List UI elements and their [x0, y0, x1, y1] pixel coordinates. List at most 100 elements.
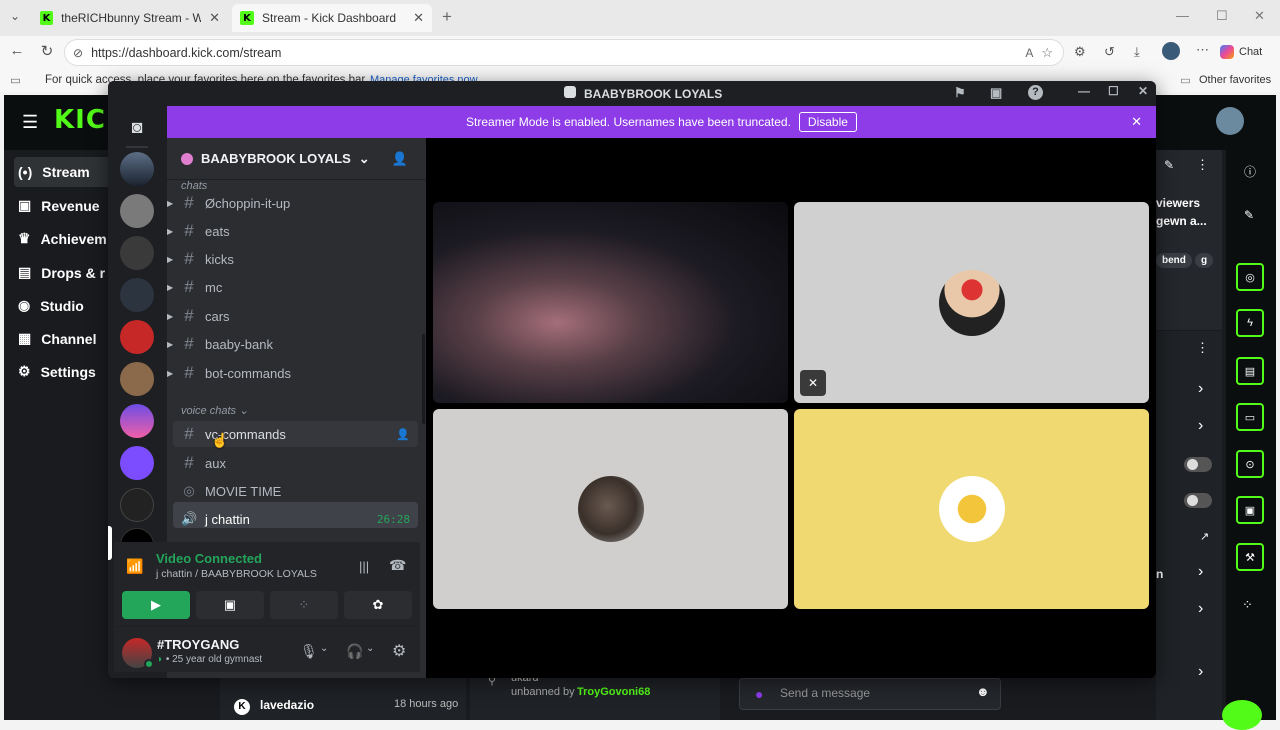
- server-icon[interactable]: [120, 320, 154, 354]
- new-tab-icon[interactable]: +: [442, 7, 452, 27]
- channel-item[interactable]: ▶ # cars: [167, 303, 418, 329]
- connection-location[interactable]: j chattin / BAABYBROOK LOYALS: [156, 568, 317, 580]
- hamburger-menu-icon[interactable]: ☰: [22, 112, 38, 133]
- nav-achievements[interactable]: ♛ Achievem: [18, 230, 107, 247]
- flag-icon[interactable]: ⚑: [954, 85, 966, 101]
- layout-icon[interactable]: ▣: [1236, 496, 1264, 524]
- help-icon[interactable]: ?: [1028, 85, 1043, 100]
- connection-signal-icon[interactable]: 📶: [126, 558, 143, 575]
- browser-tab-stream[interactable]: K theRICHbunny Stream - Watch Liv ✕: [32, 4, 228, 32]
- microphone-icon[interactable]: ●: [755, 686, 763, 702]
- nav-settings[interactable]: ⚙ Settings: [18, 363, 96, 380]
- add-member-icon[interactable]: 👤: [396, 428, 410, 441]
- discord-home-icon[interactable]: ◙: [120, 110, 154, 144]
- nav-drops[interactable]: ▤ Drops & r: [18, 264, 105, 281]
- channel-scrollbar[interactable]: [422, 334, 425, 424]
- nav-channel[interactable]: ▦ Channel: [18, 330, 96, 347]
- inbox-icon[interactable]: ▣: [990, 85, 1002, 101]
- channel-item[interactable]: ▶ # Øchoppin-it-up: [167, 190, 418, 216]
- activities-button[interactable]: ⁘: [270, 591, 338, 619]
- browser-tab-dashboard[interactable]: K Stream - Kick Dashboard ✕: [232, 4, 432, 32]
- maximize-window-icon[interactable]: ☐: [1216, 8, 1228, 24]
- server-icon[interactable]: [120, 278, 154, 312]
- headphones-icon[interactable]: 🎧: [346, 643, 363, 660]
- tag-chip[interactable]: g: [1195, 253, 1214, 268]
- server-icon[interactable]: [120, 236, 154, 270]
- edit-icon[interactable]: ✎: [1164, 158, 1174, 172]
- profile-avatar[interactable]: [1162, 42, 1180, 60]
- disconnect-icon[interactable]: ☎: [389, 557, 406, 574]
- history-icon[interactable]: ↺: [1104, 44, 1115, 60]
- disable-button[interactable]: Disable: [798, 112, 857, 132]
- feed-username[interactable]: lavedazio: [260, 698, 314, 712]
- voice-channel-item[interactable]: # aux: [173, 450, 418, 476]
- more-menu-icon[interactable]: ⋯: [1196, 42, 1209, 58]
- wrench-icon[interactable]: ⚒: [1236, 543, 1264, 571]
- invite-user-icon[interactable]: 👤: [392, 151, 408, 167]
- screen-share-button[interactable]: ▣: [196, 591, 264, 619]
- user-settings-gear-icon[interactable]: ⚙: [392, 641, 406, 661]
- server-icon[interactable]: [120, 194, 154, 228]
- other-favorites-folder[interactable]: Other favorites: [1199, 74, 1271, 86]
- video-tile-user[interactable]: [794, 202, 1149, 403]
- unban-moderator[interactable]: TroyGovoni68: [577, 686, 650, 698]
- category-voice[interactable]: voice chats ⌄: [181, 404, 248, 417]
- chevron-right-icon[interactable]: ›: [1198, 563, 1203, 581]
- external-link-icon[interactable]: ↗: [1200, 530, 1209, 543]
- video-tile-user[interactable]: [433, 409, 788, 609]
- voice-channel-item[interactable]: ◎ MOVIE TIME: [173, 478, 418, 504]
- copilot-chat-button[interactable]: Chat: [1220, 41, 1262, 63]
- camera-icon[interactable]: ◎: [1236, 263, 1264, 291]
- server-header[interactable]: BAABYBROOK LOYALS ⌄ 👤: [167, 138, 426, 180]
- chevron-right-icon[interactable]: ›: [1198, 380, 1203, 398]
- chevron-right-icon[interactable]: ›: [1198, 600, 1203, 618]
- channel-item[interactable]: ▶ # baaby-bank: [167, 331, 418, 357]
- extensions-icon[interactable]: ⚙: [1074, 44, 1086, 60]
- tag-chip[interactable]: bend: [1156, 253, 1192, 268]
- voice-channel-item[interactable]: 🔊 j chattin 26:28: [173, 506, 418, 532]
- close-window-icon[interactable]: ✕: [1254, 8, 1265, 24]
- nav-revenue[interactable]: ▣ Revenue: [18, 197, 100, 214]
- emoji-icon[interactable]: ☻: [976, 684, 990, 699]
- server-icon[interactable]: [120, 152, 154, 186]
- close-tab-icon[interactable]: ✕: [209, 10, 220, 26]
- more-options-icon[interactable]: ⋮: [1196, 340, 1209, 356]
- connection-status[interactable]: Video Connected: [156, 551, 262, 566]
- refresh-icon[interactable]: ↻: [33, 42, 61, 60]
- minimize-window-icon[interactable]: —: [1176, 8, 1189, 23]
- camera-toggle-button[interactable]: ▶: [122, 591, 190, 619]
- chevron-right-icon[interactable]: ›: [1198, 417, 1203, 435]
- broadcast-icon[interactable]: ⊙: [1236, 450, 1264, 478]
- close-tab-icon[interactable]: ✕: [413, 10, 424, 26]
- soundboard-button[interactable]: ✿: [344, 591, 412, 619]
- server-icon[interactable]: [120, 488, 154, 522]
- chevron-down-icon[interactable]: ⌄: [320, 643, 328, 654]
- channel-item[interactable]: ▶ # kicks: [167, 246, 418, 272]
- channel-item[interactable]: ▶ # bot-commands: [167, 360, 418, 386]
- noise-suppression-icon[interactable]: |||: [359, 559, 369, 574]
- back-icon[interactable]: ←: [3, 42, 31, 59]
- url-bar[interactable]: ⊘ https://dashboard.kick.com/stream A ☆: [64, 39, 1064, 66]
- video-tile-camera[interactable]: ✕: [433, 202, 788, 403]
- server-icon[interactable]: [120, 446, 154, 480]
- microphone-icon[interactable]: 🎙: [300, 643, 318, 660]
- user-avatar[interactable]: [1216, 107, 1244, 135]
- server-icon[interactable]: [120, 362, 154, 396]
- nav-studio[interactable]: ◉ Studio: [18, 297, 84, 314]
- notes-icon[interactable]: ▤: [1236, 357, 1264, 385]
- minimize-icon[interactable]: —: [1078, 84, 1090, 98]
- username[interactable]: #TROYGANG: [157, 637, 239, 652]
- channel-item[interactable]: ▶ # eats: [167, 218, 418, 244]
- close-banner-icon[interactable]: ✕: [1131, 114, 1142, 130]
- apps-icon[interactable]: ⁘: [1242, 597, 1253, 613]
- voice-channel-item[interactable]: # vc-commands 👤: [173, 421, 418, 447]
- video-tile-user[interactable]: [794, 409, 1149, 609]
- channel-item[interactable]: ▶ # mc: [167, 274, 418, 300]
- server-icon[interactable]: [120, 404, 154, 438]
- read-aloud-icon[interactable]: A: [1025, 46, 1033, 60]
- close-icon[interactable]: ✕: [1138, 84, 1148, 98]
- maximize-icon[interactable]: ☐: [1108, 84, 1119, 98]
- chevron-down-icon[interactable]: ⌄: [366, 643, 374, 654]
- chat-bubble-icon[interactable]: ▭: [1236, 403, 1264, 431]
- lightning-icon[interactable]: ϟ: [1236, 309, 1264, 337]
